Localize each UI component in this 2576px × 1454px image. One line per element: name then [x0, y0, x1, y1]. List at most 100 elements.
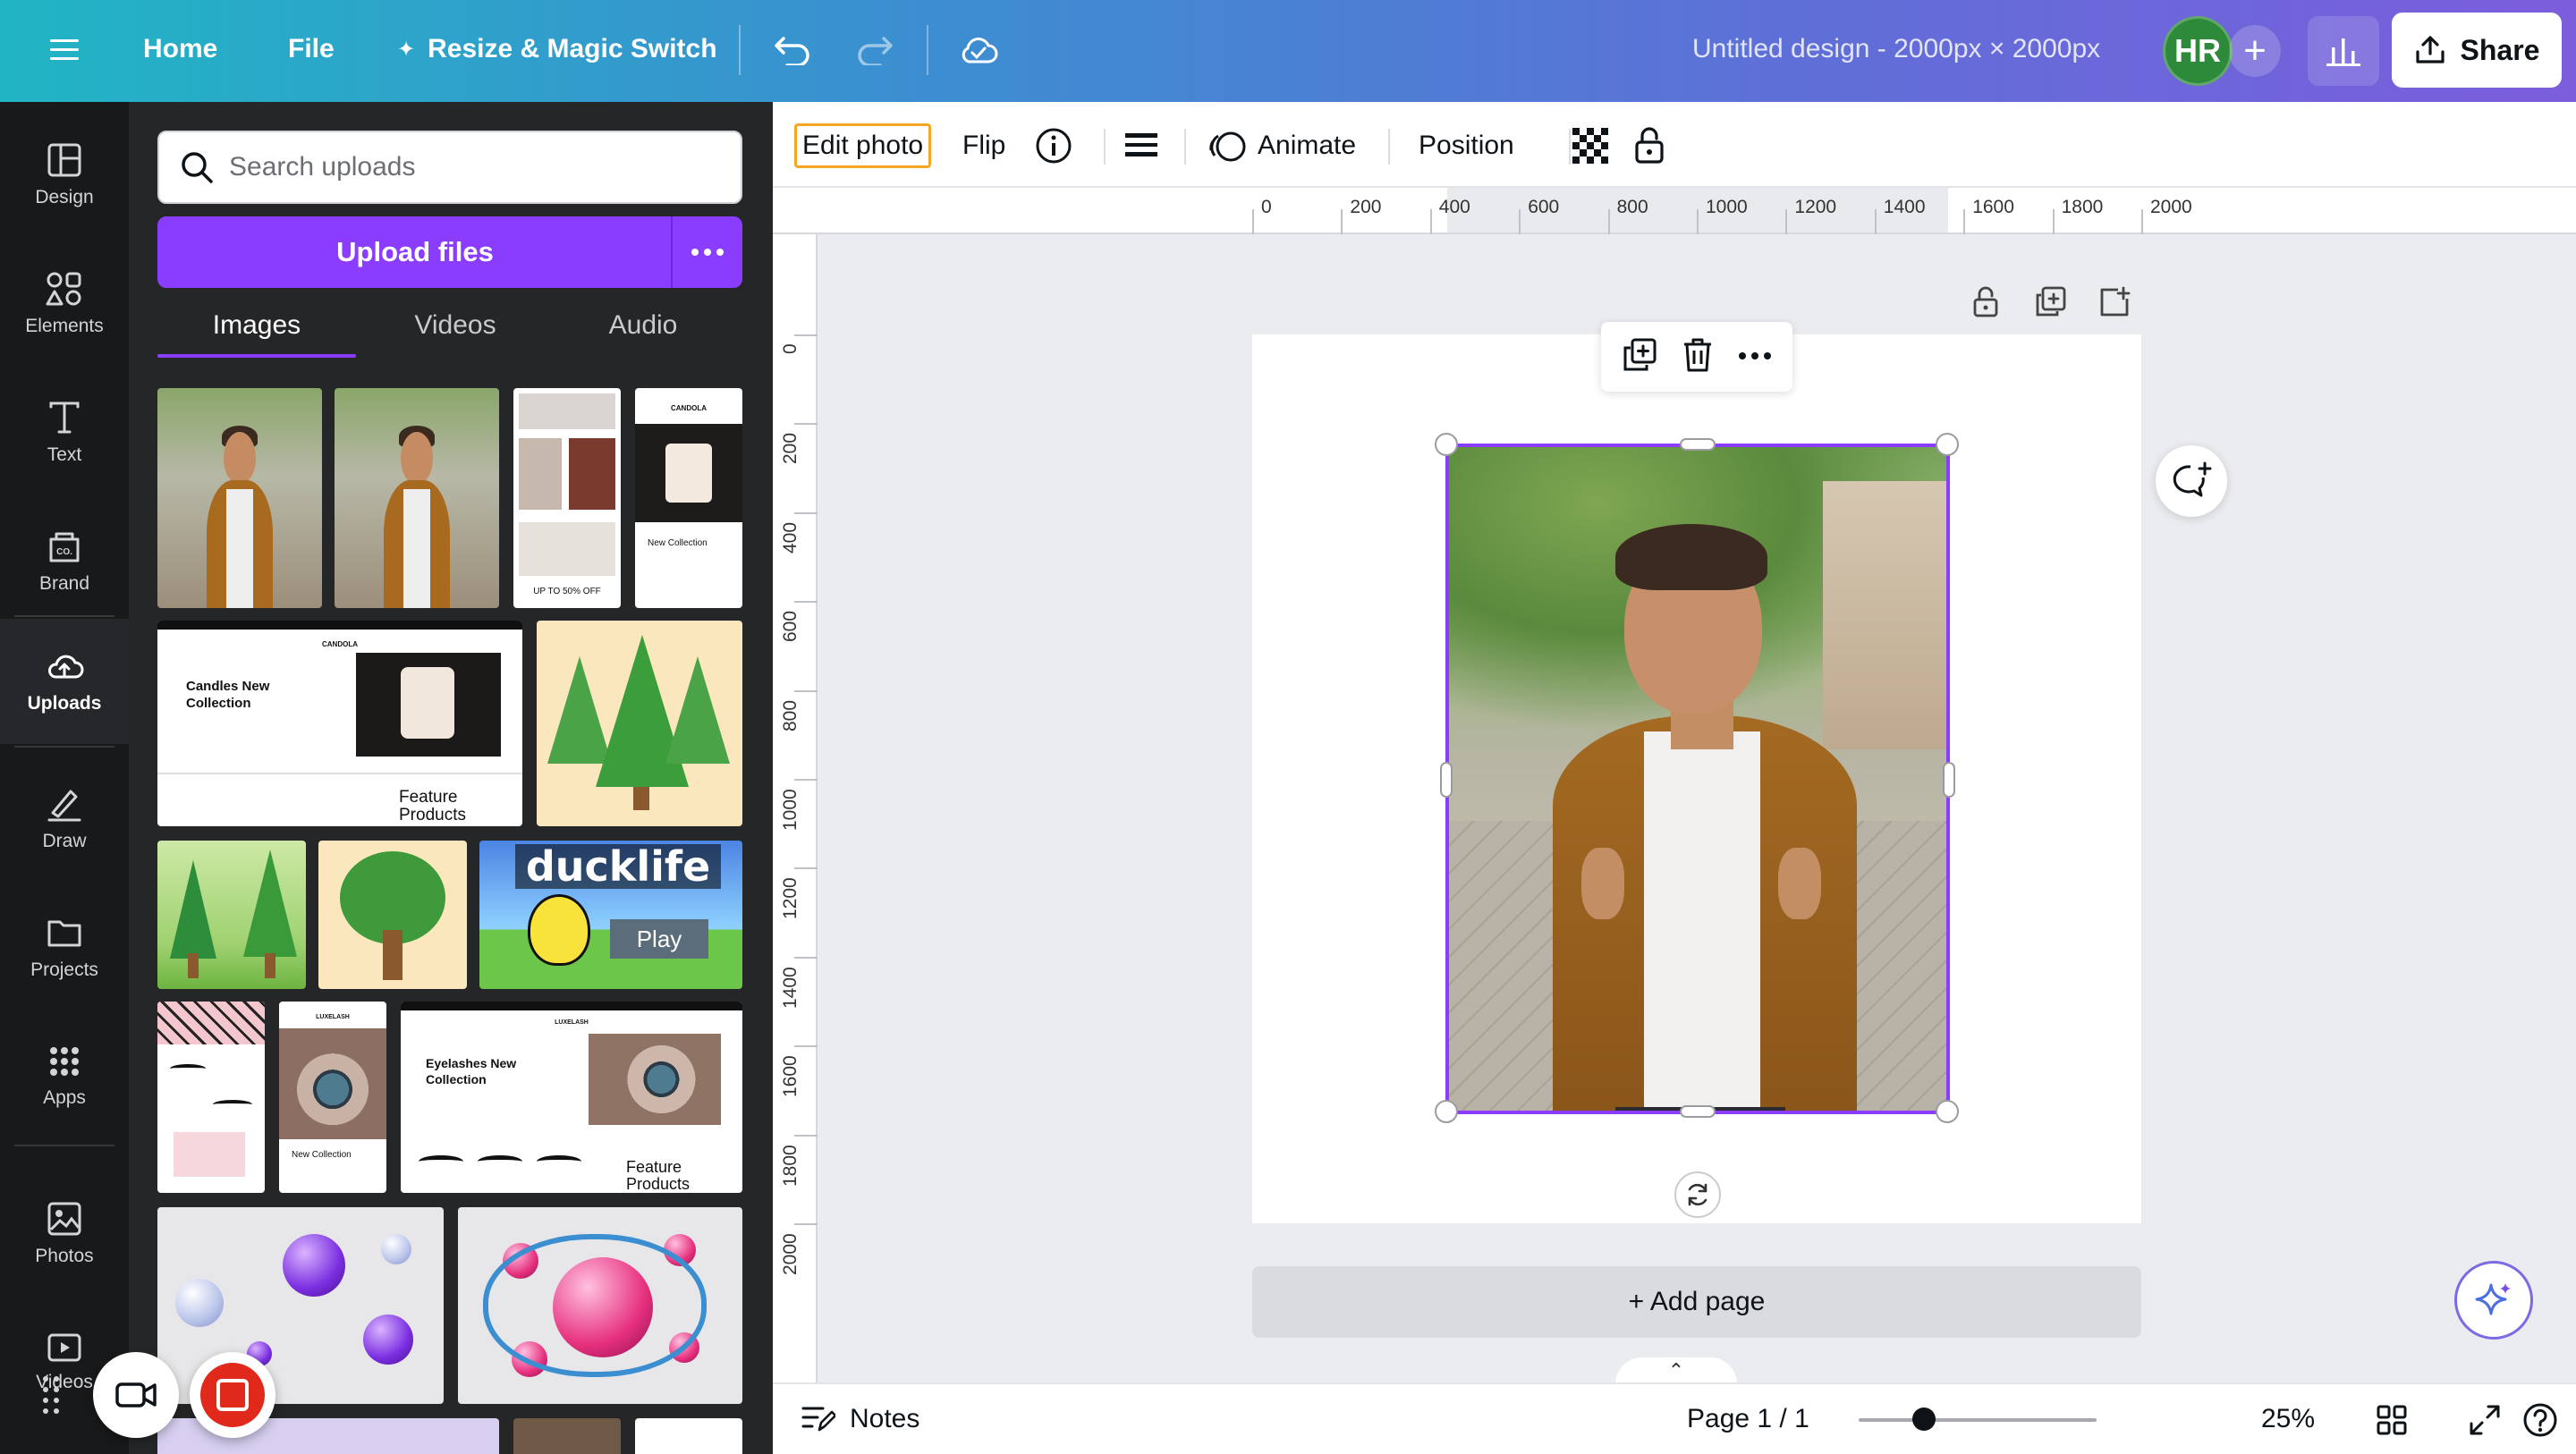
ruler-tick — [1519, 209, 1521, 234]
grid-view-icon[interactable] — [2370, 1399, 2413, 1441]
trash-icon[interactable] — [1682, 337, 1714, 377]
upload-thumbnail-candola-desktop[interactable]: CANDOLA Candles New Collection Feature P… — [157, 621, 522, 826]
document-title[interactable]: Untitled design - 2000px × 2000px — [1692, 34, 2100, 64]
upload-thumbnail-ducklife[interactable]: ducklife Play — [479, 841, 742, 989]
animate-button[interactable]: Animate — [1209, 123, 1356, 168]
analytics-button[interactable] — [2308, 16, 2379, 86]
share-button[interactable]: Share — [2392, 13, 2562, 88]
tab-audio[interactable]: Audio — [544, 293, 742, 358]
resize-handle-top[interactable] — [1680, 438, 1716, 451]
resize-handle-top-left[interactable] — [1435, 433, 1458, 456]
cloud-saved-icon[interactable] — [953, 25, 1004, 75]
sidebar-item-projects[interactable]: Projects — [0, 889, 129, 1007]
sidebar-item-elements[interactable]: Elements — [0, 245, 129, 363]
sidebar-item-brand[interactable]: CO. Brand — [0, 503, 129, 621]
ruler-tick — [794, 511, 818, 514]
duplicate-page-icon[interactable] — [2030, 283, 2070, 322]
upload-thumbnail-partial-3[interactable] — [635, 1418, 742, 1454]
notes-button[interactable]: Notes — [801, 1404, 919, 1434]
camera-record-button[interactable] — [93, 1352, 179, 1438]
flip-button[interactable]: Flip — [962, 123, 1005, 168]
ruler-tick — [1429, 209, 1432, 234]
upload-thumbnail-candle-grid[interactable]: UP TO 50% OFF — [513, 388, 621, 608]
sidebar-item-label: Uploads — [27, 693, 102, 714]
position-button[interactable]: Position — [1419, 123, 1514, 168]
rotate-icon[interactable] — [1674, 1171, 1721, 1218]
upload-thumbnail-pine-trees[interactable] — [537, 621, 742, 826]
help-icon[interactable] — [2519, 1399, 2562, 1441]
tab-videos[interactable]: Videos — [356, 293, 555, 358]
magic-assistant-button[interactable] — [2454, 1261, 2533, 1340]
resize-handle-bottom-left[interactable] — [1435, 1100, 1458, 1123]
page-indicator[interactable]: Page 1 / 1 — [1687, 1404, 1809, 1434]
lock-page-icon[interactable] — [1966, 283, 2005, 322]
upload-thumbnail-lash-mobile-2[interactable]: LUXELASH New Collection — [279, 1002, 386, 1193]
add-page-icon[interactable] — [2095, 283, 2134, 322]
search-input[interactable] — [229, 152, 730, 182]
notes-label: Notes — [850, 1404, 920, 1433]
sidebar-item-draw[interactable]: Draw — [0, 760, 129, 878]
ruler-tick — [1341, 209, 1343, 234]
ruler-tick — [2141, 209, 2143, 234]
divider — [1388, 129, 1390, 165]
sidebar-item-photos[interactable]: Photos — [0, 1175, 129, 1293]
upload-thumbnail-lash-mobile-1[interactable] — [157, 1002, 265, 1193]
transparency-icon[interactable] — [1572, 123, 1608, 168]
divider — [1104, 129, 1106, 165]
thumb-caption: CANDOLA — [322, 640, 358, 648]
resize-handle-top-right[interactable] — [1936, 433, 1959, 456]
lock-icon[interactable] — [1633, 123, 1665, 168]
menu-hamburger-icon[interactable] — [39, 25, 89, 75]
add-page-button[interactable]: + Add page — [1252, 1266, 2141, 1338]
sidebar-item-uploads[interactable]: Uploads — [0, 619, 129, 744]
comment-plus-icon — [2173, 461, 2212, 497]
video-icon — [47, 1333, 81, 1362]
sidebar-item-apps[interactable]: Apps — [0, 1018, 129, 1136]
resize-magic-switch-menu[interactable]: ✦ Resize & Magic Switch — [397, 34, 717, 64]
show-pages-chevron-icon[interactable]: ⌃ — [1615, 1357, 1737, 1384]
add-comment-button[interactable] — [2156, 445, 2227, 517]
resize-magic-switch-label: Resize & Magic Switch — [428, 34, 717, 63]
home-menu[interactable]: Home — [143, 34, 217, 64]
info-icon[interactable] — [1034, 123, 1073, 168]
sidebar-item-text[interactable]: Text — [0, 374, 129, 492]
drag-handle-icon[interactable] — [41, 1374, 61, 1416]
resize-handle-bottom[interactable] — [1680, 1105, 1716, 1118]
resize-handle-right[interactable] — [1943, 762, 1955, 798]
invite-plus-icon[interactable]: + — [2229, 25, 2281, 77]
upload-thumbnail-portrait-1[interactable] — [157, 388, 322, 608]
ruler-label: 1600 — [780, 1055, 801, 1098]
resize-handle-bottom-right[interactable] — [1936, 1100, 1959, 1123]
upload-thumbnail-portrait-2[interactable] — [335, 388, 499, 608]
zoom-slider-track[interactable] — [1859, 1418, 2097, 1422]
thumb-caption: Eyelashes New Collection — [426, 1056, 517, 1086]
redo-icon[interactable] — [850, 25, 900, 75]
resize-handle-left[interactable] — [1440, 762, 1453, 798]
undo-icon[interactable] — [767, 25, 818, 75]
fullscreen-icon[interactable] — [2463, 1399, 2506, 1441]
upload-thumbnail-lash-desktop[interactable]: LUXELASH Eyelashes New Collection Featur… — [401, 1002, 742, 1193]
search-uploads-field[interactable] — [157, 131, 742, 204]
upload-thumbnail-forest[interactable] — [157, 841, 306, 989]
zoom-slider-thumb[interactable] — [1912, 1408, 1936, 1431]
sidebar-item-design[interactable]: Design — [0, 116, 129, 234]
divider — [1569, 129, 1571, 165]
more-dots-icon[interactable] — [1738, 349, 1772, 365]
upload-files-button[interactable]: Upload files — [157, 216, 673, 288]
upload-thumbnail-oak-tree[interactable] — [318, 841, 467, 989]
tab-images[interactable]: Images — [157, 293, 356, 358]
ruler-tick — [2052, 209, 2055, 234]
duplicate-icon[interactable] — [1622, 337, 1657, 377]
upload-more-options-button[interactable] — [671, 216, 742, 288]
upload-thumbnail-partial-2[interactable] — [513, 1418, 621, 1454]
edit-photo-button[interactable]: Edit photo — [794, 123, 932, 168]
border-style-icon[interactable] — [1123, 123, 1159, 168]
upload-thumbnail-candola-mobile[interactable]: CANDOLA New Collection — [635, 388, 742, 608]
zoom-level[interactable]: 25% — [2261, 1404, 2315, 1434]
screen-record-button[interactable] — [190, 1352, 275, 1438]
file-menu[interactable]: File — [288, 34, 335, 64]
upload-thumbnail-pink-spheres[interactable] — [458, 1207, 742, 1404]
divider — [14, 746, 114, 748]
image-icon — [47, 1202, 81, 1236]
user-avatar[interactable]: HR — [2163, 16, 2233, 86]
